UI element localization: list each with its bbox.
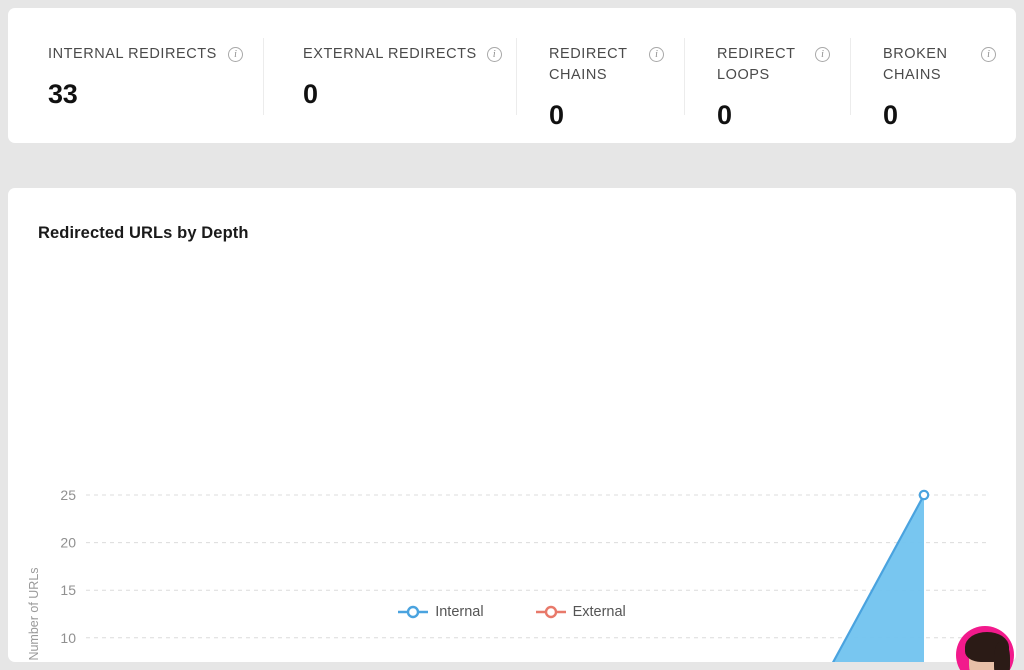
kpi-label: INTERNAL REDIRECTS: [48, 44, 217, 65]
chart-legend: Internal External: [8, 604, 1016, 620]
info-icon[interactable]: i: [981, 47, 996, 62]
kpi-value: 33: [48, 79, 243, 110]
legend-label: Internal: [435, 604, 483, 620]
kpi-header: REDIRECT LOOPS i: [717, 44, 830, 86]
kpi-broken-chains[interactable]: BROKEN CHAINS i 0: [850, 8, 1016, 143]
kpi-header: EXTERNAL REDIRECTS i: [303, 44, 496, 65]
kpi-value: 0: [883, 100, 996, 131]
kpi-header: REDIRECT CHAINS i: [549, 44, 664, 86]
kpi-label: BROKEN CHAINS: [883, 44, 948, 86]
kpi-value: 0: [303, 79, 496, 110]
kpi-external-redirects[interactable]: EXTERNAL REDIRECTS i 0: [263, 8, 516, 143]
info-icon[interactable]: i: [815, 47, 830, 62]
chart-card: Redirected URLs by Depth 0510152025 Numb…: [8, 188, 1016, 662]
y-tick-labels: 0510152025: [60, 487, 76, 662]
svg-text:15: 15: [60, 582, 76, 598]
redirected-urls-chart: 0510152025 Number of URLs 012345+Orphane…: [8, 188, 1016, 662]
kpi-label: REDIRECT LOOPS: [717, 44, 796, 86]
legend-marker-external: [536, 604, 566, 620]
kpi-value: 0: [717, 100, 830, 131]
kpi-redirect-chains[interactable]: REDIRECT CHAINS i 0: [516, 8, 684, 143]
kpi-divider: [850, 38, 851, 115]
svg-text:25: 25: [60, 487, 76, 503]
kpi-value: 0: [549, 100, 664, 131]
info-icon[interactable]: i: [487, 47, 502, 62]
chart-plot-area: 0510152025 Number of URLs 012345+Orphane…: [8, 188, 1016, 662]
kpi-divider: [263, 38, 264, 115]
kpi-redirect-loops[interactable]: REDIRECT LOOPS i 0: [684, 8, 850, 143]
kpi-divider: [516, 38, 517, 115]
kpi-divider: [684, 38, 685, 115]
svg-text:20: 20: [60, 535, 76, 551]
kpi-summary-card: INTERNAL REDIRECTS i 33 EXTERNAL REDIREC…: [8, 8, 1016, 143]
kpi-header: BROKEN CHAINS i: [883, 44, 996, 86]
svg-text:10: 10: [60, 630, 76, 646]
kpi-internal-redirects[interactable]: INTERNAL REDIRECTS i 33: [8, 8, 263, 143]
legend-label: External: [573, 604, 626, 620]
avatar-hair-side: [994, 642, 1010, 670]
info-icon[interactable]: i: [649, 47, 664, 62]
legend-marker-internal: [398, 604, 428, 620]
kpi-label: EXTERNAL REDIRECTS: [303, 44, 477, 65]
legend-item-internal[interactable]: Internal: [398, 604, 483, 620]
kpi-label: REDIRECT CHAINS: [549, 44, 628, 86]
info-icon[interactable]: i: [228, 47, 243, 62]
kpi-header: INTERNAL REDIRECTS i: [48, 44, 243, 65]
series-internal: [144, 491, 928, 662]
dashboard-page: INTERNAL REDIRECTS i 33 EXTERNAL REDIREC…: [0, 0, 1024, 670]
legend-item-external[interactable]: External: [536, 604, 626, 620]
